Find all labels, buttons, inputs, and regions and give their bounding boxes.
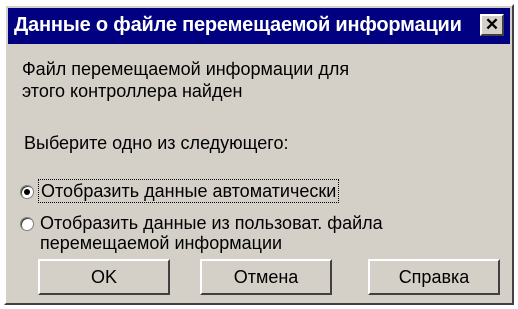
radio-button-user-file[interactable] — [20, 217, 34, 231]
title-bar: Данные о файле перемещаемой информации ✕ — [8, 8, 510, 44]
option-user-file-label-line-2: перемещаемой информации — [40, 233, 283, 253]
option-auto[interactable]: Отобразить данные автоматически — [20, 179, 340, 203]
help-button-label: Справка — [398, 266, 470, 287]
cancel-button-label: Отмена — [233, 266, 299, 287]
radio-button-auto[interactable] — [20, 185, 34, 199]
help-button[interactable]: Справка — [368, 259, 500, 295]
radio-selected-dot — [24, 189, 30, 195]
ok-button[interactable]: OK — [38, 259, 170, 295]
prompt-text: Выберите одно из следующего: — [24, 133, 289, 153]
close-icon: ✕ — [484, 15, 500, 34]
message-line-1: Файл перемещаемой информации для — [22, 59, 350, 79]
message-text: Файл перемещаемой информации для этого к… — [22, 58, 349, 102]
option-user-file-label[interactable]: Отобразить данные из пользоват. файла пе… — [40, 213, 383, 253]
dialog-window: Данные о файле перемещаемой информации ✕… — [4, 4, 514, 305]
option-auto-label[interactable]: Отобразить данные автоматически — [37, 179, 340, 203]
ok-button-label: OK — [90, 266, 117, 287]
cancel-button[interactable]: Отмена — [200, 259, 332, 295]
option-user-file[interactable]: Отобразить данные из пользоват. файла пе… — [20, 213, 383, 253]
message-line-2: этого контроллера найден — [22, 81, 243, 101]
option-user-file-label-line-1: Отобразить данные из пользоват. файла — [40, 213, 383, 233]
dialog-title: Данные о файле перемещаемой информации — [14, 14, 462, 36]
close-button[interactable]: ✕ — [480, 14, 504, 36]
